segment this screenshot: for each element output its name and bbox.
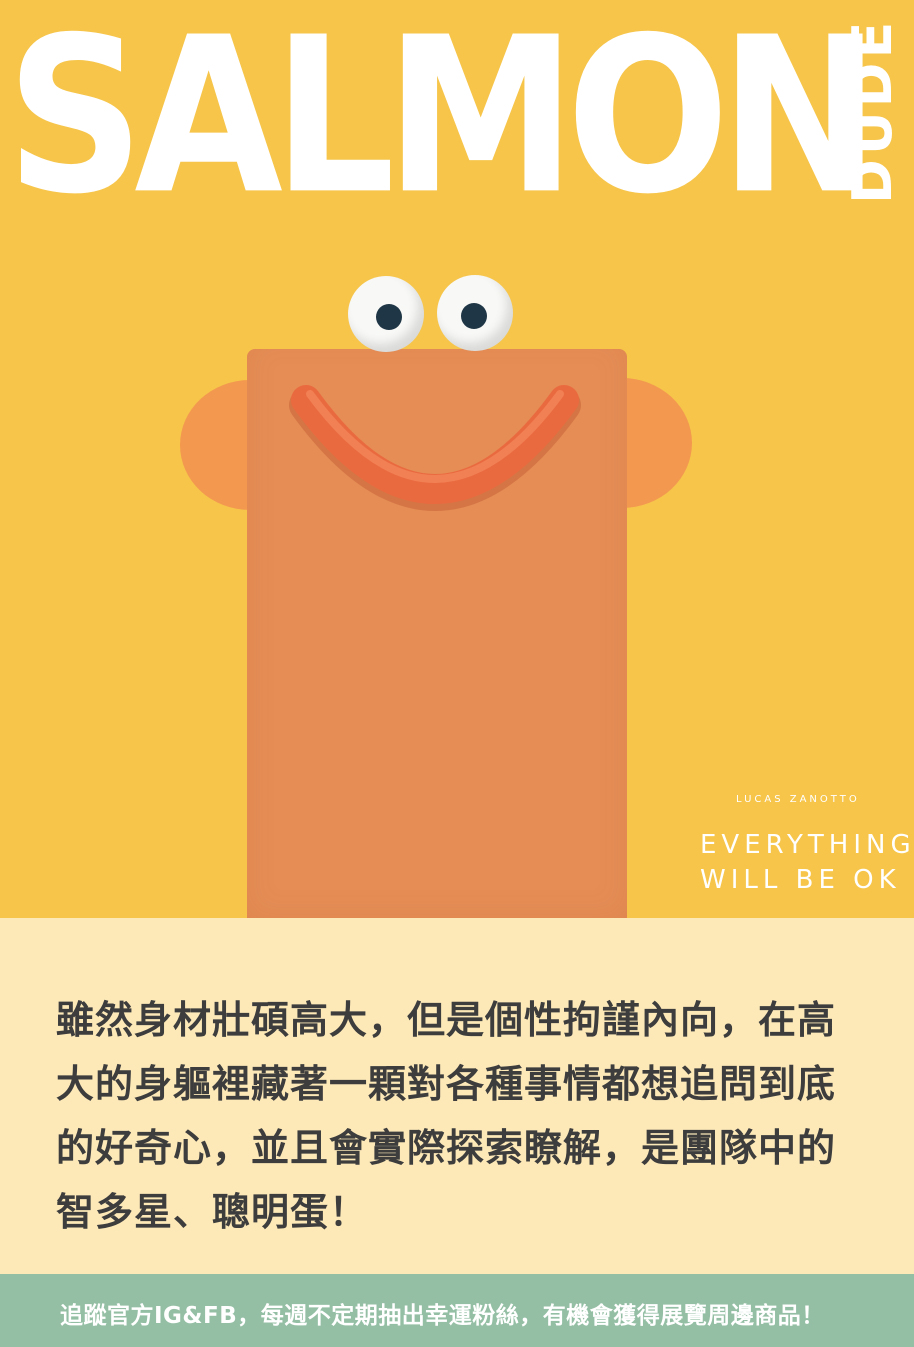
description-panel: 雖然身材壯碩高大，但是個性拘謹內向，在高大的身軀裡藏著一顆對各種事情都想追問到底… bbox=[0, 918, 914, 1274]
artist-credit: LUCAS ZANOTTO bbox=[736, 794, 860, 805]
description-text: 雖然身材壯碩高大，但是個性拘謹內向，在高大的身軀裡藏著一顆對各種事情都想追問到底… bbox=[56, 998, 837, 1234]
poster-title: SALMON bbox=[6, 0, 880, 242]
right-pupil bbox=[461, 303, 487, 329]
poster-hero: SALMON DUDE LUCAS ZANOTTO EVERYTHING WIL… bbox=[0, 0, 914, 929]
footer-bar: 追蹤官方IG&FB，每週不定期抽出幸運粉絲，有機會獲得展覽周邊商品！ bbox=[0, 1274, 914, 1347]
right-eye-icon bbox=[437, 275, 513, 351]
left-pupil bbox=[376, 304, 402, 330]
tagline: EVERYTHING WILL BE OK bbox=[700, 828, 914, 898]
left-eye-icon bbox=[348, 276, 424, 352]
poster-title-vertical: DUDE bbox=[841, 17, 904, 204]
smile-icon bbox=[289, 385, 581, 511]
footer-text: 追蹤官方IG&FB，每週不定期抽出幸運粉絲，有機會獲得展覽周邊商品！ bbox=[60, 1303, 825, 1329]
poster-page: SALMON DUDE LUCAS ZANOTTO EVERYTHING WIL… bbox=[0, 0, 914, 1347]
tagline-line-1: EVERYTHING bbox=[700, 830, 914, 860]
tagline-line-2: WILL BE OK bbox=[700, 865, 901, 895]
